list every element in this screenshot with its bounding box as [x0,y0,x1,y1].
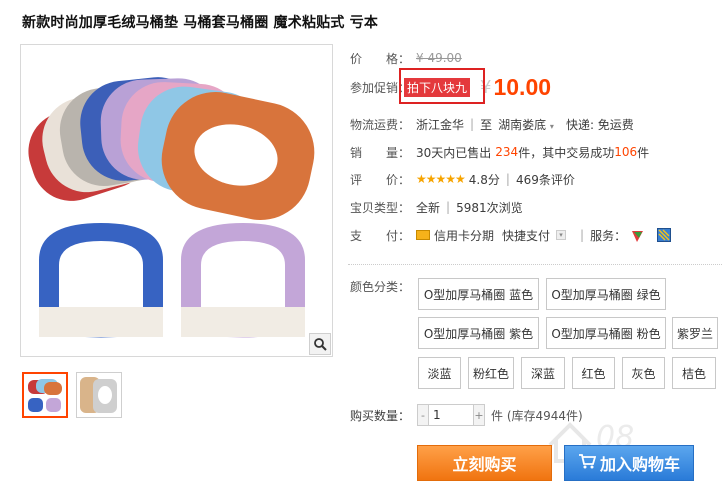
sku-option[interactable]: 深蓝 [521,357,565,389]
zoom-icon[interactable] [309,333,331,355]
divider: | [470,117,475,131]
sales-text-b: 件，其中交易成功 [518,145,615,160]
sku-option[interactable]: 紫罗兰 [672,317,718,349]
ship-to-prefix: 至 [480,117,493,132]
item-condition: 全新 [416,200,441,215]
sku-option[interactable]: 灰色 [622,357,665,389]
success-count[interactable]: 106 [614,145,637,159]
promo-highlight-box [399,68,485,104]
item-type-label: 宝贝类型： [350,200,411,215]
product-main-image[interactable] [20,44,333,357]
ship-method: 快递: 免运费 [565,117,634,132]
buy-now-button[interactable]: 立刻购买 [417,445,552,481]
sales-label: 销 量： [350,145,411,160]
sales-text-a: 30天内已售出 [416,145,492,160]
quantity-input[interactable]: 1 [429,404,473,426]
dropdown-icon[interactable]: ▾ [556,230,567,240]
sku-option[interactable]: 桔色 [672,357,716,389]
sales-text-c: 件 [637,145,650,160]
product-title: 新款时尚加厚毛绒马桶垫 马桶套马桶圈 魔术粘贴式 亏本 [22,15,379,31]
certified-icon[interactable] [657,228,672,242]
price-label: 价 格： [350,51,411,66]
credit-installment[interactable]: 信用卡分期 [434,227,494,244]
sku-option[interactable]: 淡蓝 [418,357,461,389]
price-row: 价 格： ¥ 49.00 [350,48,462,68]
original-price: ¥ 49.00 [416,51,462,65]
review-count[interactable]: 469条评价 [516,171,575,188]
credit-card-icon [416,230,430,240]
toilet-seat-covers-image [21,45,332,356]
sold-count[interactable]: 234 [495,145,518,159]
sku-option[interactable]: O型加厚马桶圈 紫色 [418,317,539,349]
quantity-plus-button[interactable]: + [473,404,485,426]
sku-label-row: 颜色分类： [350,276,416,296]
sku-option[interactable]: 粉红色 [468,357,514,389]
sku-option[interactable]: O型加厚马桶圈 粉色 [546,317,666,349]
thumbnail-image [28,379,62,412]
payment-label: 支 付： [350,228,411,243]
item-type-row: 宝贝类型： 全新 | 5981次浏览 [350,197,523,217]
service-label: 服务： [590,228,627,243]
payment-row: 支 付： 信用卡分期 快捷支付 ▾ | 服务： [350,225,672,245]
quantity-label: 购买数量： [350,409,411,423]
divider: | [446,200,451,214]
promo-price: 10.00 [493,73,552,100]
quick-pay[interactable]: 快捷支付 [502,227,550,244]
rating-label: 评 价： [350,172,411,187]
ship-to-select[interactable]: 湖南娄底 ▾ [498,116,554,133]
sku-option[interactable]: O型加厚马桶圈 蓝色 [418,278,539,310]
add-to-cart-button[interactable]: 加入购物车 [564,445,694,481]
chevron-down-icon: ▾ [549,121,554,131]
sku-option[interactable]: O型加厚马桶圈 绿色 [546,278,666,310]
thumbnail-image [80,377,117,413]
divider: | [505,172,510,186]
divider: | [580,228,585,242]
star-rating-icon: ★★★★★ [416,172,466,186]
section-divider [348,264,722,265]
seven-day-return-icon[interactable] [630,228,645,243]
shipping-row: 物流运费： 浙江金华 | 至 湖南娄底 ▾ 快递: 免运费 [350,114,634,134]
thumbnail-list [22,372,122,418]
thumbnail-1[interactable] [22,372,68,418]
rating-score: 4.8分 [468,172,500,187]
ship-from: 浙江金华 [416,117,465,132]
sku-option[interactable]: 红色 [572,357,615,389]
view-count: 5981次浏览 [456,200,523,215]
thumbnail-2[interactable] [76,372,122,418]
sales-row: 销 量： 30天内已售出 234 件，其中交易成功 106 件 [350,142,649,162]
cart-icon [578,453,597,473]
rating-row: 评 价： ★★★★★ 4.8分 | 469条评价 [350,169,575,189]
sku-label: 颜色分类： [350,279,411,294]
quantity-minus-button[interactable]: - [417,404,429,426]
add-to-cart-label: 加入购物车 [599,455,680,474]
shipping-label: 物流运费： [350,117,411,132]
